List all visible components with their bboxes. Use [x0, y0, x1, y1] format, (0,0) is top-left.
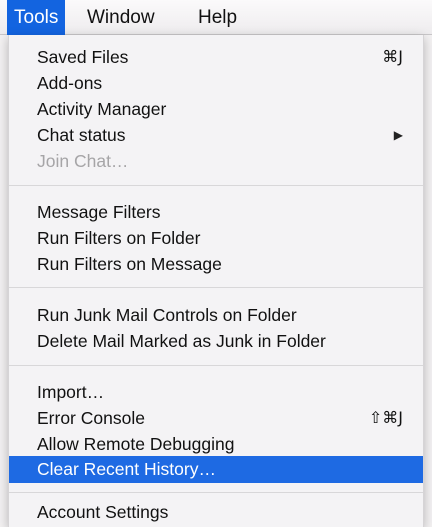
tools-menu: Saved Files ⌘J Add-ons Activity Manager …: [8, 35, 424, 527]
menu-item-message-filters[interactable]: Message Filters: [9, 199, 423, 225]
menu-item-label: Account Settings: [37, 502, 169, 522]
menu-item-label: Saved Files: [37, 47, 129, 67]
menu-item-label: Delete Mail Marked as Junk in Folder: [37, 331, 326, 351]
menu-item-account-settings[interactable]: Account Settings: [9, 499, 423, 525]
menu-item-delete-junk[interactable]: Delete Mail Marked as Junk in Folder: [9, 328, 423, 354]
menubar-help[interactable]: Help: [191, 0, 244, 35]
menu-item-label: Add-ons: [37, 73, 103, 93]
menu-item-label: Message Filters: [37, 202, 161, 222]
menu-item-chat-status[interactable]: Chat status ▶: [9, 122, 423, 148]
menu-item-join-chat: Join Chat…: [9, 148, 423, 174]
submenu-arrow-icon: ▶: [393, 128, 403, 142]
menu-item-label: Activity Manager: [37, 99, 167, 119]
menu-separator: [9, 287, 423, 288]
menu-item-import[interactable]: Import…: [9, 379, 423, 405]
menu-item-label: Chat status: [37, 125, 126, 145]
menu-item-addons[interactable]: Add-ons: [9, 70, 423, 96]
menu-item-label: Run Junk Mail Controls on Folder: [37, 305, 297, 325]
menu-item-label: Join Chat…: [37, 151, 129, 171]
menu-item-label: Import…: [37, 382, 105, 402]
menu-separator: [9, 365, 423, 366]
keyboard-shortcut: ⇧⌘J: [368, 408, 403, 427]
menu-item-activity-manager[interactable]: Activity Manager: [9, 96, 423, 122]
menubar-tools[interactable]: Tools: [7, 0, 66, 35]
menubar-window[interactable]: Window: [80, 0, 162, 35]
menu-item-label: Clear Recent History…: [37, 459, 216, 479]
keyboard-shortcut: ⌘J: [382, 47, 403, 66]
menu-item-label: Error Console: [37, 408, 145, 428]
menu-item-saved-files[interactable]: Saved Files ⌘J: [9, 44, 423, 70]
menu-bar: Tools Window Help: [0, 0, 432, 35]
menu-item-run-filters-message[interactable]: Run Filters on Message: [9, 251, 423, 277]
menu-item-allow-remote-debugging[interactable]: Allow Remote Debugging: [9, 431, 423, 457]
menu-item-label: Allow Remote Debugging: [37, 434, 235, 454]
menu-item-clear-recent-history[interactable]: Clear Recent History…: [9, 456, 423, 483]
menu-item-label: Run Filters on Folder: [37, 228, 201, 248]
menu-item-label: Run Filters on Message: [37, 254, 222, 274]
menu-item-error-console[interactable]: Error Console ⇧⌘J: [9, 405, 423, 431]
menu-item-run-filters-folder[interactable]: Run Filters on Folder: [9, 225, 423, 251]
menu-item-run-junk-controls[interactable]: Run Junk Mail Controls on Folder: [9, 302, 423, 328]
menu-separator: [9, 185, 423, 186]
menu-separator: [9, 492, 423, 493]
